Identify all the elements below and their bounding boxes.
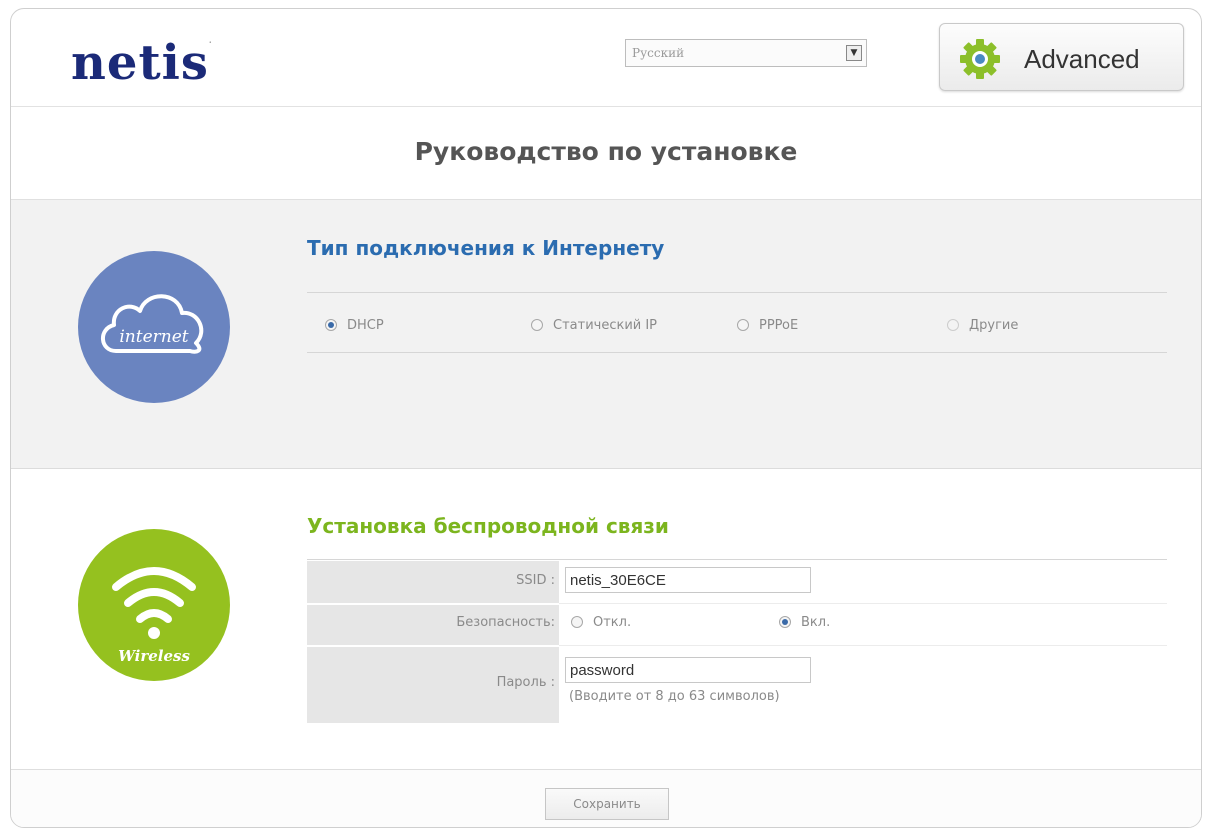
divider bbox=[307, 645, 559, 647]
divider bbox=[307, 603, 559, 605]
chevron-down-icon[interactable]: ▼ bbox=[846, 45, 862, 61]
wireless-form: SSID : netis_30E6CE Безопасность: Откл. … bbox=[307, 561, 1167, 731]
wireless-icon: Wireless bbox=[78, 529, 230, 681]
password-label: Пароль : bbox=[496, 675, 555, 690]
security-off-option[interactable]: Откл. bbox=[571, 615, 631, 630]
wireless-section-title: Установка беспроводной связи bbox=[307, 514, 669, 538]
radio-security-off[interactable] bbox=[571, 616, 583, 628]
internet-icon: internet bbox=[78, 251, 230, 403]
security-on-label: Вкл. bbox=[801, 615, 831, 630]
page-title: Руководство по установке bbox=[414, 137, 798, 166]
language-select-value: Русский bbox=[632, 46, 685, 60]
header: netis. Русский ▼ Advanced bbox=[11, 9, 1201, 107]
radio-security-on[interactable] bbox=[779, 616, 791, 628]
wireless-icon-label: Wireless bbox=[118, 647, 190, 665]
internet-section-title: Тип подключения к Интернету bbox=[307, 236, 665, 260]
security-on-option[interactable]: Вкл. bbox=[779, 615, 830, 630]
security-label: Безопасность: bbox=[456, 615, 555, 630]
save-button[interactable]: Сохранить bbox=[545, 788, 669, 820]
internet-section: internet Тип подключения к Интернету DHC… bbox=[11, 199, 1201, 469]
advanced-label: Advanced bbox=[1024, 44, 1140, 74]
divider bbox=[559, 645, 1167, 646]
ssid-input[interactable]: netis_30E6CE bbox=[565, 567, 811, 593]
language-select[interactable]: Русский ▼ bbox=[625, 39, 867, 67]
ssid-label: SSID : bbox=[516, 573, 555, 588]
radio-dhcp[interactable] bbox=[325, 319, 337, 331]
radio-other[interactable] bbox=[947, 319, 959, 331]
security-off-label: Откл. bbox=[593, 615, 632, 630]
footer: Сохранить bbox=[11, 769, 1201, 827]
advanced-button[interactable]: Advanced bbox=[939, 23, 1184, 91]
wireless-section: Wireless Установка беспроводной связи SS… bbox=[11, 469, 1201, 769]
netis-logo: netis. bbox=[71, 35, 213, 91]
option-other-label: Другие bbox=[969, 318, 1019, 333]
divider bbox=[559, 603, 1167, 604]
radio-static-ip[interactable] bbox=[531, 319, 543, 331]
option-pppoe-label: PPPoE bbox=[759, 318, 799, 333]
option-dhcp-label: DHCP bbox=[347, 318, 384, 333]
divider bbox=[307, 559, 1167, 560]
option-static-ip-label: Статический IP bbox=[553, 318, 658, 333]
divider bbox=[307, 352, 1167, 353]
option-other[interactable]: Другие bbox=[947, 318, 1018, 333]
radio-pppoe[interactable] bbox=[737, 319, 749, 331]
internet-icon-label: internet bbox=[119, 327, 189, 347]
divider bbox=[307, 292, 1167, 293]
option-static-ip[interactable]: Статический IP bbox=[531, 318, 657, 333]
gear-icon bbox=[960, 39, 1000, 79]
password-hint: (Вводите от 8 до 63 символов) bbox=[569, 689, 780, 704]
password-input[interactable]: password bbox=[565, 657, 811, 683]
router-setup-window: netis. Русский ▼ Advanced Руководство по… bbox=[10, 8, 1202, 828]
option-pppoe[interactable]: PPPoE bbox=[737, 318, 798, 333]
option-dhcp[interactable]: DHCP bbox=[325, 318, 384, 333]
